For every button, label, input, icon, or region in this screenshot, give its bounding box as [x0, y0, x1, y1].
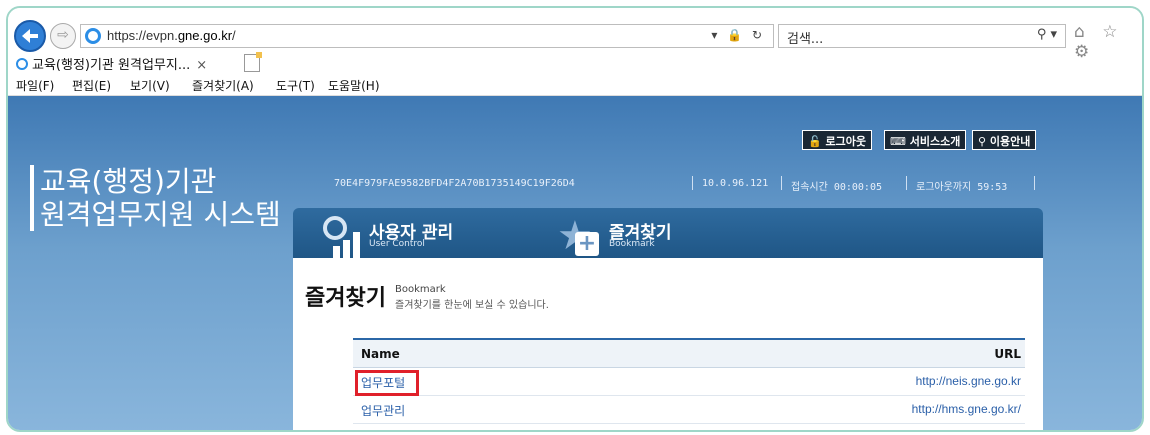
page-title: 즐겨찾기	[305, 286, 386, 311]
bookmark-table: Name URL 업무포털 http://neis.gne.go.kr 업무관리…	[353, 338, 1025, 424]
address-bar[interactable]: https://evpn.gne.go.kr/ ▾ 🔒 ↻	[80, 24, 774, 48]
column-url: URL	[994, 347, 1021, 361]
tab-row: 교육(행정)기관 원격업무지... ×	[8, 52, 1142, 74]
forward-arrow-icon: ⇨	[57, 27, 69, 43]
table-row: 업무포털 http://neis.gne.go.kr	[353, 368, 1025, 396]
keyboard-icon: ⌨	[890, 135, 906, 148]
browser-tab[interactable]: 교육(행정)기관 원격업무지... ×	[16, 54, 207, 74]
tab-user-control[interactable]: 사용자 관리 User Control	[303, 212, 533, 258]
info-divider	[781, 176, 782, 190]
service-intro-button[interactable]: ⌨ 서비스소개	[884, 130, 967, 150]
address-controls-icons[interactable]: ▾ 🔒 ↻	[711, 28, 765, 42]
address-toolbar: ⇨ https://evpn.gne.go.kr/ ▾ 🔒 ↻ 검색... ⚲ …	[8, 8, 1142, 62]
info-divider	[1034, 176, 1035, 190]
search-icon[interactable]: ⚲ ▾	[1037, 27, 1057, 42]
logout-button[interactable]: 🔓 로그아웃	[802, 130, 873, 150]
nav-tabs: 사용자 관리 User Control ★ + 즐겨찾기 Bookmark	[293, 208, 1043, 258]
content-panel: 즐겨찾기 Bookmark 즐겨찾기를 한눈에 보실 수 있습니다. Name …	[293, 258, 1043, 430]
ie-logo-icon	[85, 28, 101, 44]
search-placeholder: 검색...	[787, 32, 824, 47]
ie-tab-icon	[16, 58, 28, 70]
info-divider	[692, 176, 693, 190]
system-title: 교육(행정)기관 원격업무지원 시스템	[30, 165, 281, 231]
bookmark-url[interactable]: http://neis.gne.go.kr	[916, 374, 1021, 388]
tab-title: 교육(행정)기관 원격업무지...	[32, 58, 191, 73]
menu-file[interactable]: 파일(F)	[16, 77, 54, 94]
menu-edit[interactable]: 편집(E)	[72, 77, 111, 94]
url-text: https://evpn.gne.go.kr/	[107, 28, 236, 43]
forward-button[interactable]: ⇨	[50, 23, 76, 49]
column-name: Name	[361, 347, 400, 361]
web-page: 🔓 로그아웃 ⌨ 서비스소개 ⚲ 이용안내 교육(행정)기관 원격업무지원 시스…	[8, 96, 1142, 430]
bookmark-url[interactable]: http://hms.gne.go.kr/	[912, 402, 1021, 416]
usage-guide-button[interactable]: ⚲ 이용안내	[972, 130, 1037, 150]
menu-favorites[interactable]: 즐겨찾기(A)	[192, 77, 254, 94]
page-description: 즐겨찾기를 한눈에 보실 수 있습니다.	[395, 300, 549, 311]
new-tab-button[interactable]	[244, 52, 262, 72]
menu-help[interactable]: 도움말(H)	[328, 77, 380, 94]
back-button[interactable]	[14, 20, 46, 52]
system-title-line1: 교육(행정)기관	[40, 165, 217, 198]
connect-time: 접속시간 00:00:05	[791, 182, 882, 193]
info-divider	[906, 176, 907, 190]
search-icon: ⚲	[978, 135, 987, 148]
tab-bookmark-sub: Bookmark	[609, 239, 655, 249]
logout-remaining: 로그아웃까지 59:53	[916, 182, 1008, 193]
session-id: 70E4F979FAE9582BFD4F2A70B1735149C19F26D4	[334, 178, 575, 189]
tab-bookmark[interactable]: ★ + 즐겨찾기 Bookmark	[543, 212, 773, 258]
ip-address: 10.0.96.121	[702, 178, 769, 189]
unlock-icon: 🔓	[808, 135, 822, 148]
tab-user-control-sub: User Control	[369, 239, 425, 249]
bookmark-name-link[interactable]: 업무관리	[361, 402, 405, 419]
menu-view[interactable]: 보기(V)	[130, 77, 170, 94]
menu-bar: 파일(F) 편집(E) 보기(V) 즐겨찾기(A) 도구(T) 도움말(H)	[8, 74, 1142, 96]
table-header: Name URL	[353, 338, 1025, 368]
page-title-en: Bookmark	[395, 284, 446, 295]
bookmark-icon: ★ +	[557, 216, 603, 258]
browser-window: ⇨ https://evpn.gne.go.kr/ ▾ 🔒 ↻ 검색... ⚲ …	[6, 6, 1144, 432]
bookmark-name-link[interactable]: 업무포털	[361, 374, 405, 391]
search-box[interactable]: 검색... ⚲ ▾	[778, 24, 1066, 48]
menu-tools[interactable]: 도구(T)	[276, 77, 315, 94]
user-control-icon	[319, 216, 365, 258]
tab-close-icon[interactable]: ×	[196, 58, 207, 73]
system-title-line2: 원격업무지원 시스템	[40, 198, 281, 231]
table-row: 업무관리 http://hms.gne.go.kr/	[353, 396, 1025, 424]
